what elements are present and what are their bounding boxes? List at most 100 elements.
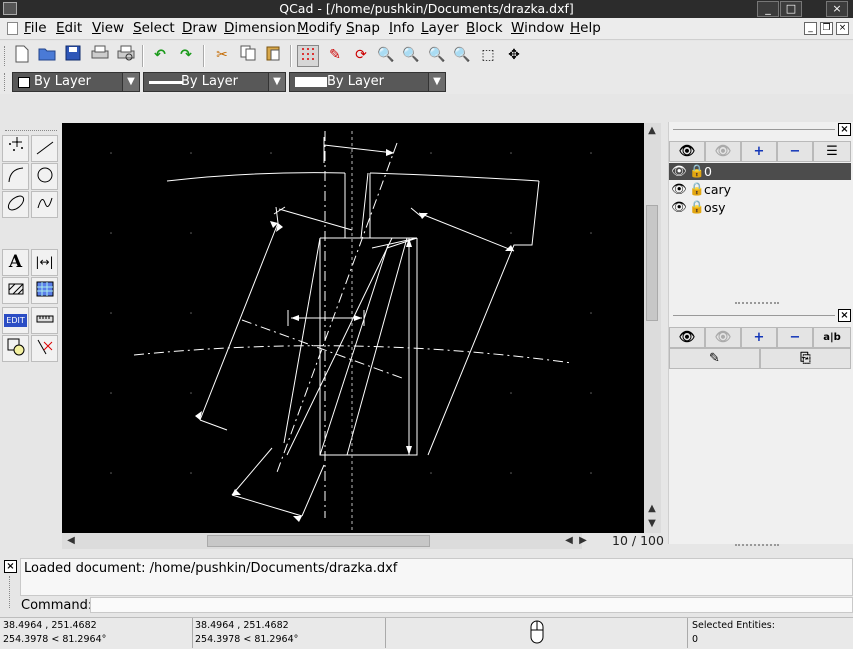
paste-icon[interactable] [262,45,284,67]
rename-block-button[interactable]: a|b [813,327,851,348]
horizontal-scrollbar[interactable]: ◀ ◀ ▶ [62,533,587,549]
lock-icon[interactable]: 🔒 [689,199,705,215]
scroll-right-icon[interactable]: ▶ [576,534,590,548]
panel-handle[interactable] [673,315,835,316]
scroll-up-icon[interactable]: ▲ [645,502,659,516]
close-icon[interactable]: × [4,560,17,573]
eye-icon[interactable]: 👁 [671,163,687,179]
menu-draw[interactable]: Draw [182,20,217,36]
open-file-icon[interactable] [36,45,58,67]
draft-mode-icon[interactable]: ✎ [324,45,346,67]
cut-icon[interactable]: ✂ [211,45,233,67]
ellipses-tool-icon[interactable] [2,191,29,218]
scroll-up-icon[interactable]: ▲ [645,124,659,138]
vertical-scroll-thumb[interactable] [646,205,658,321]
menu-view[interactable]: View [92,20,124,36]
palette-handle[interactable] [5,130,57,132]
edit-tool-icon[interactable]: EDIT [2,307,29,334]
lines-tool-icon[interactable] [31,135,58,162]
resize-grip[interactable] [735,544,779,546]
menu-edit[interactable]: Edit [56,20,82,36]
pen-linetype-select[interactable]: By Layer ▼ [289,72,446,92]
remove-layer-button[interactable]: − [777,141,813,162]
menu-file[interactable]: File [24,20,47,36]
scroll-down-icon[interactable]: ▼ [645,517,659,531]
pen-color-select[interactable]: By Layer ▼ [12,72,140,92]
menu-info[interactable]: Info [389,20,415,36]
scroll-left-icon[interactable]: ◀ [562,534,576,548]
lock-icon[interactable]: 🔒 [689,181,705,197]
print-preview-icon[interactable] [115,45,137,67]
save-file-icon[interactable] [62,45,84,67]
menu-dimension[interactable]: Dimension [224,20,296,36]
zoom-in-icon[interactable]: 🔍 [375,45,397,67]
circles-tool-icon[interactable] [31,163,58,190]
close-button[interactable]: × [826,1,848,17]
mdi-restore-button[interactable]: ❐ [820,22,833,35]
lock-icon[interactable]: 🔒 [689,163,705,179]
zoom-auto-icon[interactable]: 🔍 [426,45,448,67]
menu-snap[interactable]: Snap [346,20,380,36]
horizontal-scroll-thumb[interactable] [207,535,430,547]
measure-tool-icon[interactable] [31,307,58,334]
insert-block-button[interactable]: ⎘ [760,348,851,369]
add-block-button[interactable]: + [741,327,777,348]
layer-row[interactable]: 👁 🔒 cary [669,181,851,198]
remove-block-button[interactable]: − [777,327,813,348]
dock-handle[interactable] [9,576,11,608]
layer-row[interactable]: 👁 🔒 0 [669,163,851,180]
menu-modify[interactable]: Modify [297,20,342,36]
toolbar-separator [203,45,205,67]
text-tool-icon[interactable]: A [2,249,29,276]
panel-handle[interactable] [673,129,835,130]
edit-block-button[interactable]: ✎ [669,348,760,369]
menu-select[interactable]: Select [133,20,175,36]
mdi-minimize-button[interactable]: _ [804,22,817,35]
zoom-out-icon[interactable]: 🔍 [400,45,422,67]
eye-icon[interactable]: 👁 [671,181,687,197]
edit-layer-button[interactable]: ☰ [813,141,851,162]
maximize-button[interactable]: □ [780,1,802,17]
splines-tool-icon[interactable] [31,191,58,218]
arcs-tool-icon[interactable] [2,163,29,190]
hide-all-blocks-button[interactable]: 👁 [705,327,741,348]
undo-icon[interactable]: ↶ [149,45,171,67]
dimensions-tool-icon[interactable]: |↔| [31,249,58,276]
pen-width-select[interactable]: By Layer ▼ [143,72,286,92]
new-file-icon[interactable] [11,45,33,67]
close-icon[interactable]: × [838,309,851,322]
menu-layer[interactable]: Layer [421,20,459,36]
select-tool-icon[interactable] [2,335,29,362]
menu-help[interactable]: Help [570,20,601,36]
points-tool-icon[interactable] [2,135,29,162]
grid-icon[interactable] [297,45,319,67]
pan-icon[interactable]: ✥ [503,45,525,67]
image-tool-icon[interactable] [31,277,58,304]
close-icon[interactable]: × [838,123,851,136]
scroll-left-icon[interactable]: ◀ [64,534,78,548]
eye-icon[interactable]: 👁 [671,199,687,215]
show-all-blocks-button[interactable]: 👁 [669,327,705,348]
layer-row[interactable]: 👁 🔒 osy [669,199,851,216]
vertical-scrollbar[interactable]: ▲ ▲ ▼ [644,123,661,533]
command-input[interactable] [90,597,853,613]
menu-window[interactable]: Window [511,20,564,36]
mdi-close-button[interactable]: × [836,22,849,35]
menu-block[interactable]: Block [466,20,503,36]
minimize-button[interactable]: _ [757,1,779,17]
zoom-window-icon[interactable]: ⬚ [477,45,499,67]
show-all-layers-button[interactable]: 👁 [669,141,705,162]
copy-icon[interactable] [237,45,259,67]
redo-icon[interactable]: ↷ [175,45,197,67]
toolbar-handle[interactable] [4,46,7,66]
drawing-canvas[interactable] [62,123,644,533]
print-icon[interactable] [89,45,111,67]
hatch-tool-icon[interactable] [2,277,29,304]
toolbar-handle[interactable] [4,73,7,91]
hide-all-layers-button[interactable]: 👁 [705,141,741,162]
zoom-previous-icon[interactable]: 🔍 [451,45,473,67]
snap-tool-icon[interactable] [31,335,58,362]
add-layer-button[interactable]: + [741,141,777,162]
resize-grip[interactable] [735,302,779,304]
redraw-icon[interactable]: ⟳ [350,45,372,67]
